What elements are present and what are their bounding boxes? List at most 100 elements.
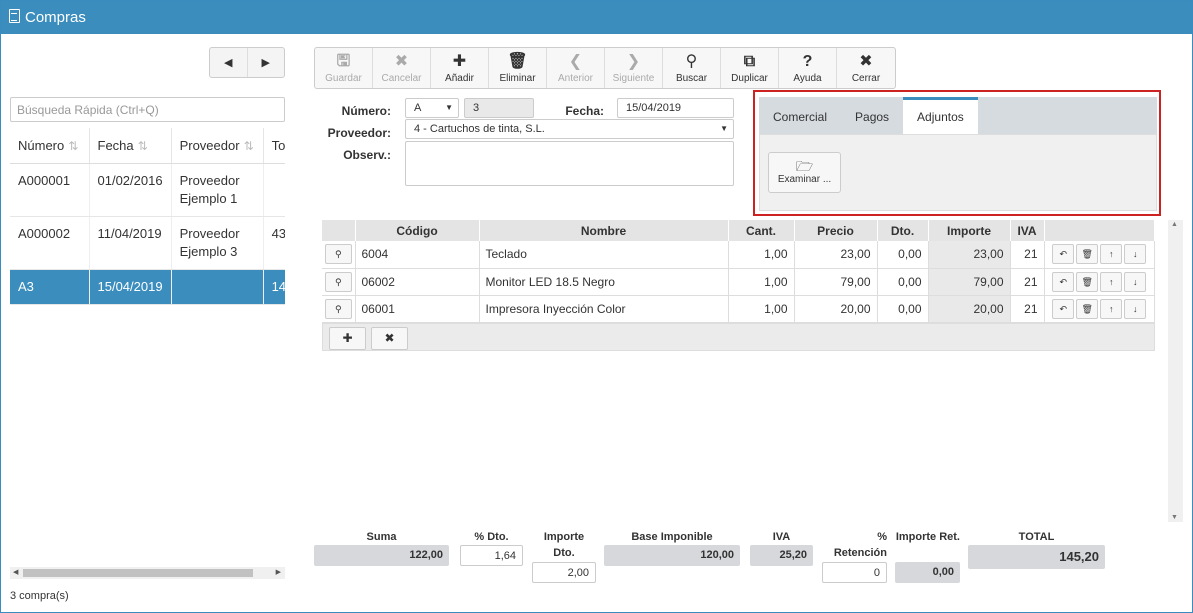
cell-codigo[interactable]: 06002 [355, 268, 480, 296]
dropdown-caret-icon: ▼ [720, 124, 728, 133]
col-proveedor-header[interactable]: Proveedor ⇅ [171, 128, 264, 164]
search-icon[interactable]: ⚲ [324, 271, 352, 292]
suma-label: Suma [366, 531, 397, 543]
arrow-up-icon[interactable]: ↑ [1100, 298, 1123, 319]
add-button[interactable]: ✚ Añadir [431, 48, 489, 88]
tab-adjuntos[interactable]: Adjuntos [903, 97, 978, 134]
search-icon[interactable]: ⚲ [324, 298, 352, 319]
scroll-right-icon[interactable]: ▶ [276, 567, 281, 579]
cell-nombre[interactable]: Teclado [479, 241, 729, 269]
line-actions: ↶ 🗑 ↑ ↓ [1044, 241, 1155, 269]
lines-vertical-scrollbar[interactable]: ▲ ▼ [1168, 220, 1183, 522]
search-button[interactable]: ⚲ Buscar [663, 48, 721, 88]
grid-header-row: Código Nombre Cant. Precio Dto. Importe … [322, 220, 1155, 241]
close-button[interactable]: ✖ Cerrar [837, 48, 895, 88]
col-total-header[interactable]: Tota [263, 128, 285, 164]
sort-asc-icon: ⇅ [68, 138, 79, 153]
record-nav-buttons: ◀ ▶ [209, 47, 285, 78]
cell-numero: A3 [10, 269, 90, 305]
pct-dto-input[interactable]: 1,64 [460, 545, 523, 566]
arrow-up-icon[interactable]: ↑ [1100, 271, 1123, 292]
search-icon[interactable]: ⚲ [324, 244, 352, 265]
list-horizontal-scrollbar[interactable]: ◀ ▶ [10, 567, 285, 579]
trash-icon: 🗑 [507, 52, 528, 70]
suma-value: 122,00 [314, 545, 449, 566]
browse-button[interactable]: 🗁 Examinar ... [768, 152, 841, 193]
scroll-thumb[interactable] [23, 569, 253, 577]
observ-textarea[interactable] [405, 141, 734, 186]
previous-button[interactable]: ❮ Anterior [547, 48, 605, 88]
help-icon: ? [802, 52, 813, 70]
close-icon: ✖ [859, 52, 873, 70]
cell-fecha: 11/04/2019 [89, 216, 172, 270]
cell-dto[interactable]: 0,00 [877, 241, 929, 269]
trash-icon[interactable]: 🗑 [1076, 271, 1099, 292]
iva-label: IVA [772, 531, 791, 543]
add-line-button[interactable]: ✚ [329, 327, 366, 350]
base-value: 120,00 [604, 545, 740, 566]
list-row[interactable]: A000001 01/02/2016 Proveedor Ejemplo 1 [10, 163, 285, 217]
chevron-left-icon: ❮ [568, 52, 583, 70]
purchases-list: Número⇅ Fecha⇅ Proveedor⇅ Tota A000001 0… [10, 128, 285, 568]
cell-iva[interactable]: 21 [1010, 295, 1045, 323]
cell-importe: 20,00 [928, 295, 1011, 323]
grid-footer: ✚ ✖ [322, 323, 1155, 351]
undo-icon[interactable]: ↶ [1052, 244, 1075, 265]
cell-precio[interactable]: 23,00 [794, 241, 878, 269]
quick-search-input[interactable] [10, 97, 285, 122]
trash-icon[interactable]: 🗑 [1076, 298, 1099, 319]
fecha-field[interactable]: 15/04/2019 [617, 98, 734, 118]
list-row[interactable]: A000002 11/04/2019 Proveedor Ejemplo 3 4… [10, 216, 285, 270]
importe-dto-input[interactable]: 2,00 [532, 562, 596, 583]
document-icon [9, 9, 20, 23]
help-button[interactable]: ? Ayuda [779, 48, 837, 88]
copy-icon: ⧉ [743, 52, 756, 70]
tab-comercial[interactable]: Comercial [759, 97, 841, 134]
prev-record-button[interactable]: ◀ [210, 48, 248, 77]
col-codigo-header: Código [355, 220, 480, 241]
arrow-down-icon[interactable]: ↓ [1124, 271, 1147, 292]
tab-pagos[interactable]: Pagos [841, 97, 903, 134]
scroll-left-icon[interactable]: ◀ [13, 567, 18, 579]
scroll-up-icon[interactable]: ▲ [1171, 221, 1178, 228]
cell-dto[interactable]: 0,00 [877, 295, 929, 323]
next-record-button[interactable]: ▶ [248, 48, 285, 77]
col-fecha-header[interactable]: Fecha ⇅ [89, 128, 172, 164]
pct-retencion-input[interactable]: 0 [822, 562, 887, 583]
undo-icon[interactable]: ↶ [1052, 271, 1075, 292]
cell-dto[interactable]: 0,00 [877, 268, 929, 296]
next-button[interactable]: ❯ Siguiente [605, 48, 663, 88]
arrow-down-icon[interactable]: ↓ [1124, 244, 1147, 265]
cell-cant[interactable]: 1,00 [728, 295, 795, 323]
cell-cant[interactable]: 1,00 [728, 241, 795, 269]
remove-line-button[interactable]: ✖ [371, 327, 408, 350]
cell-iva[interactable]: 21 [1010, 241, 1045, 269]
arrow-up-icon[interactable]: ↑ [1100, 244, 1123, 265]
arrow-down-icon[interactable]: ↓ [1124, 298, 1147, 319]
cell-importe: 79,00 [928, 268, 1011, 296]
delete-button[interactable]: 🗑 Eliminar [489, 48, 547, 88]
scroll-down-icon[interactable]: ▼ [1171, 514, 1178, 521]
cell-nombre[interactable]: Impresora Inyección Color [479, 295, 729, 323]
list-row-selected[interactable]: A3 15/04/2019 14 [10, 269, 285, 305]
proveedor-label: Proveedor: [327, 126, 391, 140]
cancel-button[interactable]: ✖ Cancelar [373, 48, 431, 88]
cell-codigo[interactable]: 6004 [355, 241, 480, 269]
duplicate-button[interactable]: ⧉ Duplicar [721, 48, 779, 88]
compras-window: Compras ◀ ▶ Número⇅ Fecha⇅ Proveedor⇅ To… [0, 0, 1193, 613]
col-cant-header: Cant. [728, 220, 795, 241]
trash-icon[interactable]: 🗑 [1076, 244, 1099, 265]
plus-icon: ✚ [342, 331, 353, 345]
numero-field[interactable]: 3 [464, 98, 534, 118]
cell-codigo[interactable]: 06001 [355, 295, 480, 323]
serie-select[interactable]: A ▼ [405, 98, 459, 118]
cell-nombre[interactable]: Monitor LED 18.5 Negro [479, 268, 729, 296]
undo-icon[interactable]: ↶ [1052, 298, 1075, 319]
cell-precio[interactable]: 20,00 [794, 295, 878, 323]
cell-iva[interactable]: 21 [1010, 268, 1045, 296]
col-numero-header[interactable]: Número ⇅ [10, 128, 90, 164]
cell-cant[interactable]: 1,00 [728, 268, 795, 296]
cell-precio[interactable]: 79,00 [794, 268, 878, 296]
save-button[interactable]: 🖫 Guardar [315, 48, 373, 88]
proveedor-select[interactable]: 4 - Cartuchos de tinta, S.L. ▼ [405, 119, 734, 139]
